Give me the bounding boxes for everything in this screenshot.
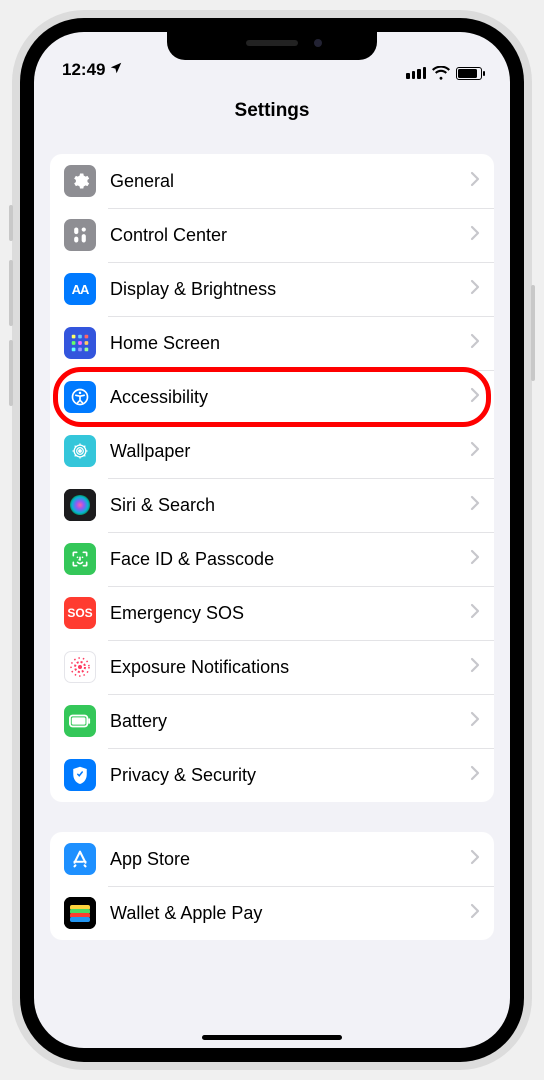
settings-row-display[interactable]: AA Display & Brightness bbox=[50, 262, 494, 316]
row-label: Control Center bbox=[110, 225, 470, 246]
volume-up-button bbox=[9, 260, 13, 326]
screen: 12:49 Settings GeneralControl CenterA bbox=[34, 32, 510, 1048]
settings-row-accessibility[interactable]: Accessibility bbox=[50, 370, 494, 424]
face-id-icon bbox=[64, 543, 96, 575]
chevron-right-icon bbox=[470, 711, 480, 732]
row-label: Accessibility bbox=[110, 387, 470, 408]
row-label: App Store bbox=[110, 849, 470, 870]
row-label: General bbox=[110, 171, 470, 192]
settings-row-general[interactable]: General bbox=[50, 154, 494, 208]
settings-group-2: App Store Wallet & Apple Pay bbox=[50, 832, 494, 940]
display-icon: AA bbox=[64, 273, 96, 305]
row-label: Exposure Notifications bbox=[110, 657, 470, 678]
app-store-icon bbox=[64, 843, 96, 875]
chevron-right-icon bbox=[470, 225, 480, 246]
battery-icon bbox=[456, 67, 482, 80]
page-title: Settings bbox=[34, 82, 510, 134]
chevron-right-icon bbox=[470, 765, 480, 786]
battery-icon bbox=[64, 705, 96, 737]
settings-row-home-screen[interactable]: Home Screen bbox=[50, 316, 494, 370]
row-label: Emergency SOS bbox=[110, 603, 470, 624]
settings-row-wallpaper[interactable]: Wallpaper bbox=[50, 424, 494, 478]
settings-row-wallet[interactable]: Wallet & Apple Pay bbox=[50, 886, 494, 940]
row-label: Face ID & Passcode bbox=[110, 549, 470, 570]
row-label: Privacy & Security bbox=[110, 765, 470, 786]
settings-row-privacy[interactable]: Privacy & Security bbox=[50, 748, 494, 802]
volume-down-button bbox=[9, 340, 13, 406]
row-label: Battery bbox=[110, 711, 470, 732]
status-time: 12:49 bbox=[62, 60, 105, 80]
control-center-icon bbox=[64, 219, 96, 251]
wifi-icon bbox=[432, 66, 450, 80]
cellular-icon bbox=[406, 67, 426, 79]
chevron-right-icon bbox=[470, 387, 480, 408]
accessibility-icon bbox=[64, 381, 96, 413]
chevron-right-icon bbox=[470, 549, 480, 570]
chevron-right-icon bbox=[470, 279, 480, 300]
exposure-icon bbox=[64, 651, 96, 683]
row-label: Home Screen bbox=[110, 333, 470, 354]
wallpaper-icon bbox=[64, 435, 96, 467]
chevron-right-icon bbox=[470, 603, 480, 624]
settings-row-battery[interactable]: Battery bbox=[50, 694, 494, 748]
chevron-right-icon bbox=[470, 171, 480, 192]
row-label: Wallet & Apple Pay bbox=[110, 903, 470, 924]
home-screen-icon bbox=[64, 327, 96, 359]
general-icon bbox=[64, 165, 96, 197]
settings-row-sos[interactable]: SOS Emergency SOS bbox=[50, 586, 494, 640]
notch bbox=[167, 32, 377, 60]
chevron-right-icon bbox=[470, 849, 480, 870]
power-button bbox=[531, 285, 535, 381]
home-indicator[interactable] bbox=[202, 1035, 342, 1040]
wallet-icon bbox=[64, 897, 96, 929]
settings-row-exposure[interactable]: Exposure Notifications bbox=[50, 640, 494, 694]
iphone-frame: 12:49 Settings GeneralControl CenterA bbox=[12, 10, 532, 1070]
location-icon bbox=[109, 60, 123, 80]
row-label: Display & Brightness bbox=[110, 279, 470, 300]
settings-content[interactable]: General Control Center AA Display & Brightn… bbox=[34, 134, 510, 940]
row-label: Siri & Search bbox=[110, 495, 470, 516]
mute-switch bbox=[9, 205, 13, 241]
chevron-right-icon bbox=[470, 495, 480, 516]
sos-icon: SOS bbox=[64, 597, 96, 629]
row-label: Wallpaper bbox=[110, 441, 470, 462]
settings-row-control-center[interactable]: Control Center bbox=[50, 208, 494, 262]
settings-row-app-store[interactable]: App Store bbox=[50, 832, 494, 886]
chevron-right-icon bbox=[470, 333, 480, 354]
settings-row-face-id[interactable]: Face ID & Passcode bbox=[50, 532, 494, 586]
privacy-icon bbox=[64, 759, 96, 791]
chevron-right-icon bbox=[470, 657, 480, 678]
chevron-right-icon bbox=[470, 903, 480, 924]
chevron-right-icon bbox=[470, 441, 480, 462]
siri-icon bbox=[64, 489, 96, 521]
settings-group-1: General Control Center AA Display & Brightn… bbox=[50, 154, 494, 802]
settings-row-siri[interactable]: Siri & Search bbox=[50, 478, 494, 532]
